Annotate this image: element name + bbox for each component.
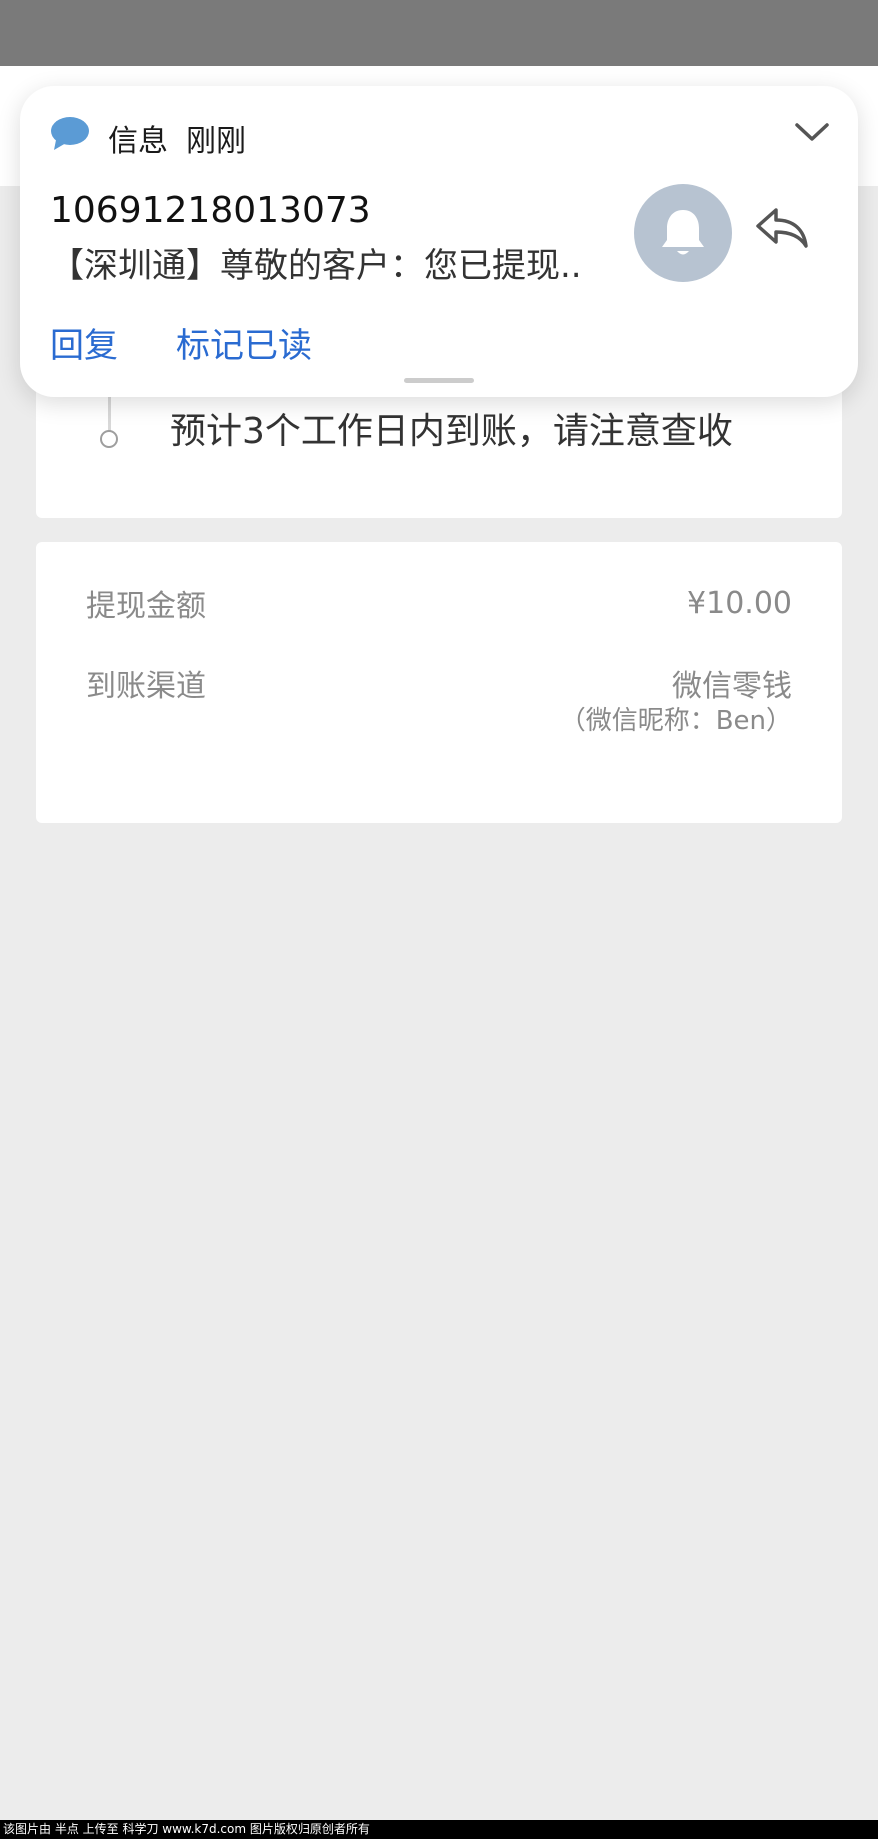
reply-button[interactable]: 回复 — [50, 318, 118, 367]
withdrawal-detail-card: 提现金额 ¥10.00 到账渠道 微信零钱 （微信昵称：Ben） — [36, 542, 842, 823]
notification-time: 刚刚 — [186, 124, 246, 159]
timeline-dot — [100, 430, 118, 448]
reply-icon[interactable] — [754, 204, 810, 250]
notification-drag-handle[interactable] — [404, 378, 474, 383]
notification-bell-button[interactable] — [634, 184, 732, 282]
message-bubble-icon — [51, 117, 89, 150]
bell-icon — [662, 210, 704, 255]
notification-sender: 10691218013073 — [50, 190, 371, 231]
detail-label: 提现金额 — [86, 589, 206, 624]
status-bar — [0, 0, 878, 66]
mark-read-button[interactable]: 标记已读 — [176, 318, 312, 367]
wechat-nickname: （微信昵称：Ben） — [559, 706, 792, 736]
detail-value: ¥10.00 — [687, 585, 792, 621]
progress-status-text: 预计3个工作日内到账，请注意查收 — [170, 411, 733, 452]
notification-message-body[interactable]: 【深圳通】尊敬的客户：您已提现.. — [50, 238, 610, 287]
detail-label: 到账渠道 — [86, 669, 206, 704]
detail-value: 微信零钱 — [672, 669, 792, 704]
chevron-down-icon[interactable] — [794, 120, 830, 144]
notification-app-name: 信息 — [108, 124, 168, 159]
detail-row-amount: 提现金额 ¥10.00 — [86, 578, 792, 628]
sms-notification-banner[interactable]: 信息 刚刚 10691218013073 【深圳通】尊敬的客户：您已提现.. 回… — [20, 86, 858, 397]
watermark-footer: 该图片由 半点 上传至 科学刀 www.k7d.com 图片版权归原创者所有 — [0, 1820, 878, 1839]
